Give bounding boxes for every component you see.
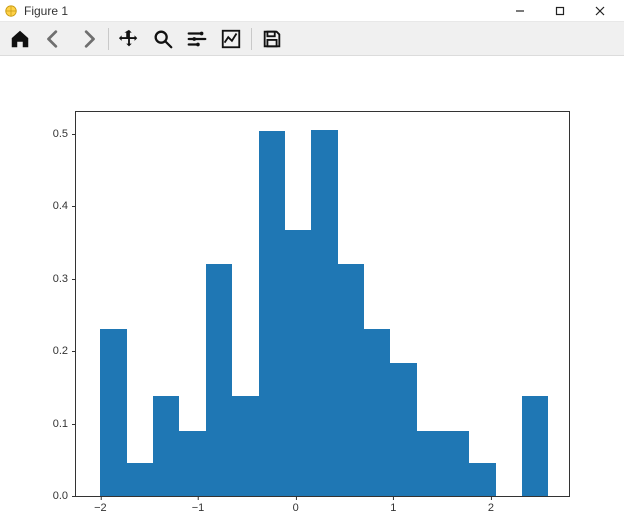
histogram-bar: [338, 264, 364, 496]
histogram-bar: [522, 396, 548, 496]
pan-button[interactable]: [115, 25, 143, 53]
histogram-bar: [100, 329, 126, 496]
y-tick-label: 0.0: [53, 490, 76, 502]
histogram-bars: [76, 112, 569, 496]
x-tick-label: −2: [94, 496, 107, 514]
histogram-bar: [390, 363, 416, 496]
histogram-bar: [153, 396, 179, 496]
app-icon: [4, 4, 18, 18]
histogram-bar: [417, 431, 443, 496]
back-button[interactable]: [40, 25, 68, 53]
toolbar-separator: [108, 28, 109, 50]
histogram-bar: [311, 130, 337, 496]
edit-axis-button[interactable]: [217, 25, 245, 53]
y-tick-label: 0.1: [53, 418, 76, 430]
histogram-bar: [364, 329, 390, 496]
titlebar: Figure 1: [0, 0, 624, 22]
y-tick-label: 0.2: [53, 345, 76, 357]
subplots-button[interactable]: [183, 25, 211, 53]
histogram-bar: [232, 396, 258, 496]
y-tick-label: 0.5: [53, 128, 76, 140]
toolbar: [0, 22, 624, 56]
x-tick-label: −1: [192, 496, 205, 514]
histogram-bar: [259, 131, 285, 496]
toolbar-separator: [251, 28, 252, 50]
chart-axes: 0.00.10.20.30.40.5−2−1012: [75, 111, 570, 497]
x-tick-label: 1: [390, 496, 396, 514]
histogram-bar: [443, 431, 469, 496]
save-button[interactable]: [258, 25, 286, 53]
histogram-bar: [285, 230, 311, 496]
x-tick-label: 2: [488, 496, 494, 514]
histogram-bar: [127, 463, 153, 496]
y-tick-label: 0.3: [53, 273, 76, 285]
forward-button[interactable]: [74, 25, 102, 53]
histogram-bar: [179, 431, 205, 496]
histogram-bar: [206, 264, 232, 496]
plot-area: 0.0 0.1 0.2 0.3 0.4 0.5 −2 −1 0 1 2: [0, 56, 624, 530]
window-title: Figure 1: [24, 4, 68, 18]
minimize-button[interactable]: [500, 0, 540, 22]
zoom-button[interactable]: [149, 25, 177, 53]
maximize-button[interactable]: [540, 0, 580, 22]
histogram-bar: [469, 463, 495, 496]
home-button[interactable]: [6, 25, 34, 53]
close-button[interactable]: [580, 0, 620, 22]
x-tick-label: 0: [293, 496, 299, 514]
y-tick-label: 0.4: [53, 200, 76, 212]
